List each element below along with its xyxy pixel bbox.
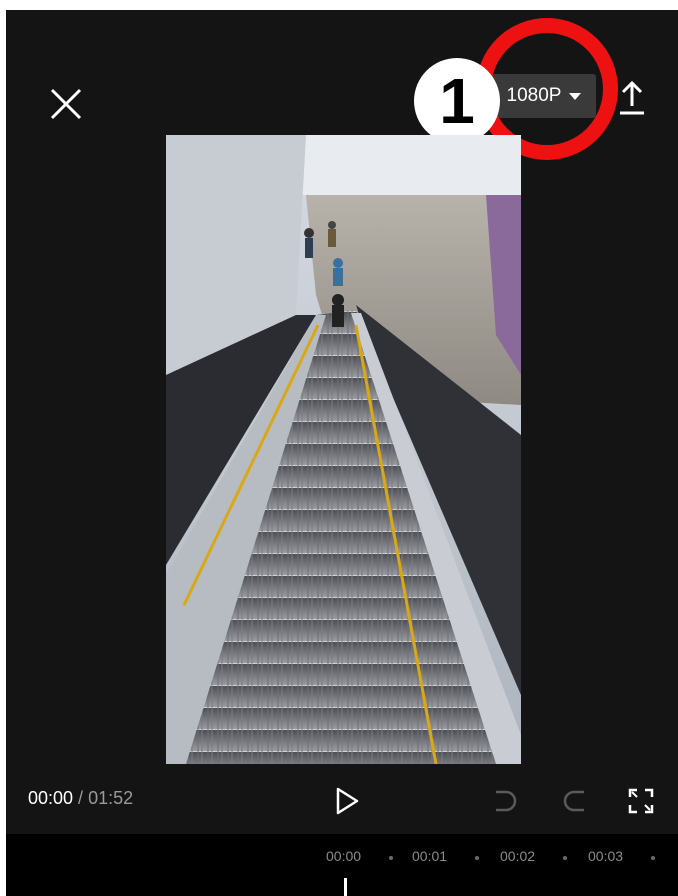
export-button[interactable] [614, 78, 650, 118]
timeline-dot [651, 856, 655, 860]
timeline-tick: 00:02 [500, 848, 536, 864]
timeline-tick: 00:01 [412, 848, 448, 864]
video-export-screen: 1080P 1 00:00 / 01:52 00:00 00:01 00:02 … [6, 10, 678, 896]
caret-down-icon [569, 92, 582, 100]
current-time: 00:00 [28, 788, 74, 808]
timeline-dot [563, 856, 567, 860]
video-preview [166, 135, 521, 764]
resolution-label: 1080P [506, 85, 562, 106]
resolution-dropdown[interactable]: 1080P [492, 74, 596, 118]
redo-icon [563, 790, 584, 812]
undo-button[interactable] [490, 786, 520, 816]
timeline-dot [475, 856, 479, 860]
fullscreen-button[interactable] [626, 786, 656, 816]
video-frame-image [166, 135, 521, 764]
undo-icon [496, 790, 517, 812]
timeline-dot [389, 856, 393, 860]
fullscreen-icon [628, 788, 654, 814]
play-icon [336, 787, 359, 815]
total-duration: 01:52 [88, 788, 134, 808]
step-number-badge: 1 [414, 58, 500, 144]
close-icon [50, 88, 82, 120]
play-button[interactable] [332, 784, 362, 818]
time-separator: / [73, 788, 89, 808]
timeline[interactable]: 00:00 00:01 00:02 00:03 [6, 834, 678, 896]
close-button[interactable] [44, 82, 88, 126]
upload-icon [620, 80, 644, 115]
time-readout: 00:00 / 01:52 [28, 788, 133, 809]
redo-button[interactable] [560, 786, 590, 816]
timeline-tick: 00:03 [588, 848, 624, 864]
playhead[interactable] [344, 878, 347, 896]
timeline-tick: 00:00 [326, 848, 362, 864]
